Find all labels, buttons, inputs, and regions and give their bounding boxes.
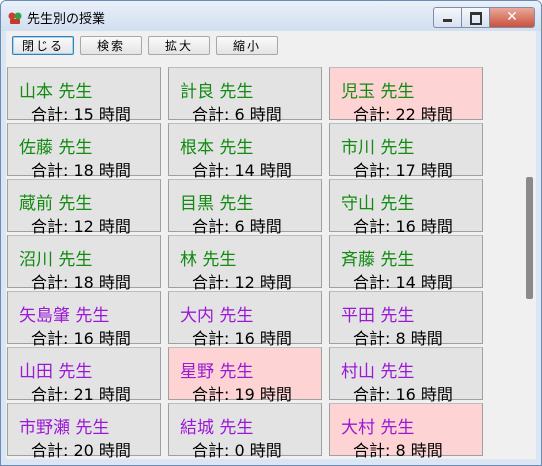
teacher-total-hours: 合計: 16 時間: [192, 329, 292, 348]
teacher-name: 矢島肇 先生: [19, 306, 110, 326]
maximize-icon: [470, 12, 482, 25]
maximize-button[interactable]: [461, 7, 489, 28]
teacher-name: 林 先生: [180, 250, 237, 270]
teacher-name: 佐藤 先生: [19, 138, 93, 158]
teacher-card[interactable]: 斉藤 先生合計: 14 時間: [329, 235, 483, 292]
teacher-total-hours: 合計: 18 時間: [31, 273, 131, 292]
teacher-card[interactable]: 矢島肇 先生合計: 16 時間: [7, 291, 161, 348]
teacher-total-hours: 合計: 16 時間: [353, 217, 453, 236]
teacher-card[interactable]: 平田 先生合計: 8 時間: [329, 291, 483, 348]
teacher-name: 山田 先生: [19, 362, 93, 382]
app-window: 先生別の授業 ✕ 閉じる 検索 拡大 縮小 山本 先生 合計: 15 時間 佐藤 先…: [0, 0, 542, 466]
teacher-total-hours: 合計: 12 時間: [31, 217, 131, 236]
teacher-name: 蔵前 先生: [19, 194, 93, 214]
teacher-card[interactable]: 蔵前 先生合計: 12 時間: [7, 179, 161, 236]
teacher-total-hours: 合計: 19 時間: [192, 385, 292, 404]
teacher-total-hours: 合計: 20 時間: [31, 441, 131, 459]
teacher-name: 大内 先生: [180, 306, 254, 326]
toolbar: 閉じる 検索 拡大 縮小: [6, 31, 536, 59]
window-title: 先生別の授業: [27, 12, 106, 27]
teacher-name: 根本 先生: [180, 138, 254, 158]
teacher-card[interactable]: 目黒 先生合計: 6 時間: [168, 179, 322, 236]
teacher-total-hours: 合計: 14 時間: [192, 161, 292, 180]
teacher-total-hours: 合計: 8 時間: [353, 329, 443, 348]
teacher-list-panel: 山本 先生 合計: 15 時間 佐藤 先生 合計: 18 時間 蔵前 先生 合計: 12 …: [6, 59, 536, 459]
teacher-total-hours: 合計: 22 時間: [353, 105, 453, 124]
close-icon: ✕: [506, 9, 518, 25]
zoom-in-button[interactable]: 拡大: [148, 36, 210, 55]
teacher-card[interactable]: 沼川 先生合計: 18 時間: [7, 235, 161, 292]
teacher-card[interactable]: 村山 先生合計: 16 時間: [329, 347, 483, 404]
teacher-name: 山本 先生: [19, 82, 93, 102]
teacher-name: 平田 先生: [341, 306, 415, 326]
teacher-name: 計良 先生: [180, 82, 254, 102]
teacher-name: 市野瀬 先生: [19, 418, 110, 438]
close-button[interactable]: 閉じる: [12, 36, 74, 55]
teacher-total-hours: 合計: 14 時間: [353, 273, 453, 292]
teacher-total-hours: 合計: 8 時間: [353, 441, 443, 459]
teacher-total-hours: 合計: 12 時間: [192, 273, 292, 292]
teacher-card[interactable]: 大内 先生合計: 16 時間: [168, 291, 322, 348]
teacher-name: 市川 先生: [341, 138, 415, 158]
teacher-card[interactable]: 計良 先生合計: 6 時間: [168, 67, 322, 124]
teacher-card[interactable]: 星野 先生合計: 19 時間: [168, 347, 322, 404]
zoom-out-button[interactable]: 縮小: [216, 36, 278, 55]
teacher-card[interactable]: 大村 先生合計: 8 時間: [329, 403, 483, 459]
close-window-button[interactable]: ✕: [489, 7, 535, 28]
teacher-total-hours: 合計: 16 時間: [31, 329, 131, 348]
teacher-card[interactable]: 林 先生合計: 12 時間: [168, 235, 322, 292]
teacher-card[interactable]: 結城 先生合計: 0 時間: [168, 403, 322, 459]
teacher-card[interactable]: 児玉 先生合計: 22 時間: [329, 67, 483, 124]
teacher-card[interactable]: 山田 先生合計: 21 時間: [7, 347, 161, 404]
teacher-name: 大村 先生: [341, 418, 415, 438]
teacher-name: 村山 先生: [341, 362, 415, 382]
teacher-name: 児玉 先生: [341, 82, 415, 102]
teacher-name: 星野 先生: [180, 362, 254, 382]
teacher-total-hours: 合計: 6 時間: [192, 105, 282, 124]
minimize-button[interactable]: [433, 7, 461, 28]
scroll-thumb[interactable]: [526, 177, 533, 299]
teacher-card[interactable]: 守山 先生合計: 16 時間: [329, 179, 483, 236]
teacher-total-hours: 合計: 18 時間: [31, 161, 131, 180]
teacher-name: 守山 先生: [341, 194, 415, 214]
teacher-name: 結城 先生: [180, 418, 254, 438]
teacher-card[interactable]: 市川 先生合計: 17 時間: [329, 123, 483, 180]
teacher-card[interactable]: 市野瀬 先生合計: 20 時間: [7, 403, 161, 459]
vertical-scrollbar[interactable]: [523, 59, 536, 459]
teacher-total-hours: 合計: 0 時間: [192, 441, 282, 459]
teacher-total-hours: 合計: 21 時間: [31, 385, 131, 404]
app-icon: [8, 12, 22, 24]
window-controls: ✕: [433, 7, 535, 28]
minimize-icon: [443, 19, 452, 22]
teacher-total-hours: 合計: 16 時間: [353, 385, 453, 404]
search-button[interactable]: 検索: [80, 36, 142, 55]
teacher-card[interactable]: 根本 先生合計: 14 時間: [168, 123, 322, 180]
teacher-name: 沼川 先生: [19, 250, 93, 270]
teacher-card[interactable]: 山本 先生合計: 15 時間: [7, 67, 161, 124]
teacher-total-hours: 合計: 17 時間: [353, 161, 453, 180]
teacher-name: 目黒 先生: [180, 194, 254, 214]
teacher-name: 斉藤 先生: [341, 250, 415, 270]
teacher-total-hours: 合計: 15 時間: [31, 105, 131, 124]
teacher-card[interactable]: 佐藤 先生合計: 18 時間: [7, 123, 161, 180]
title-bar: 先生別の授業 ✕: [1, 1, 541, 31]
teacher-total-hours: 合計: 6 時間: [192, 217, 282, 236]
